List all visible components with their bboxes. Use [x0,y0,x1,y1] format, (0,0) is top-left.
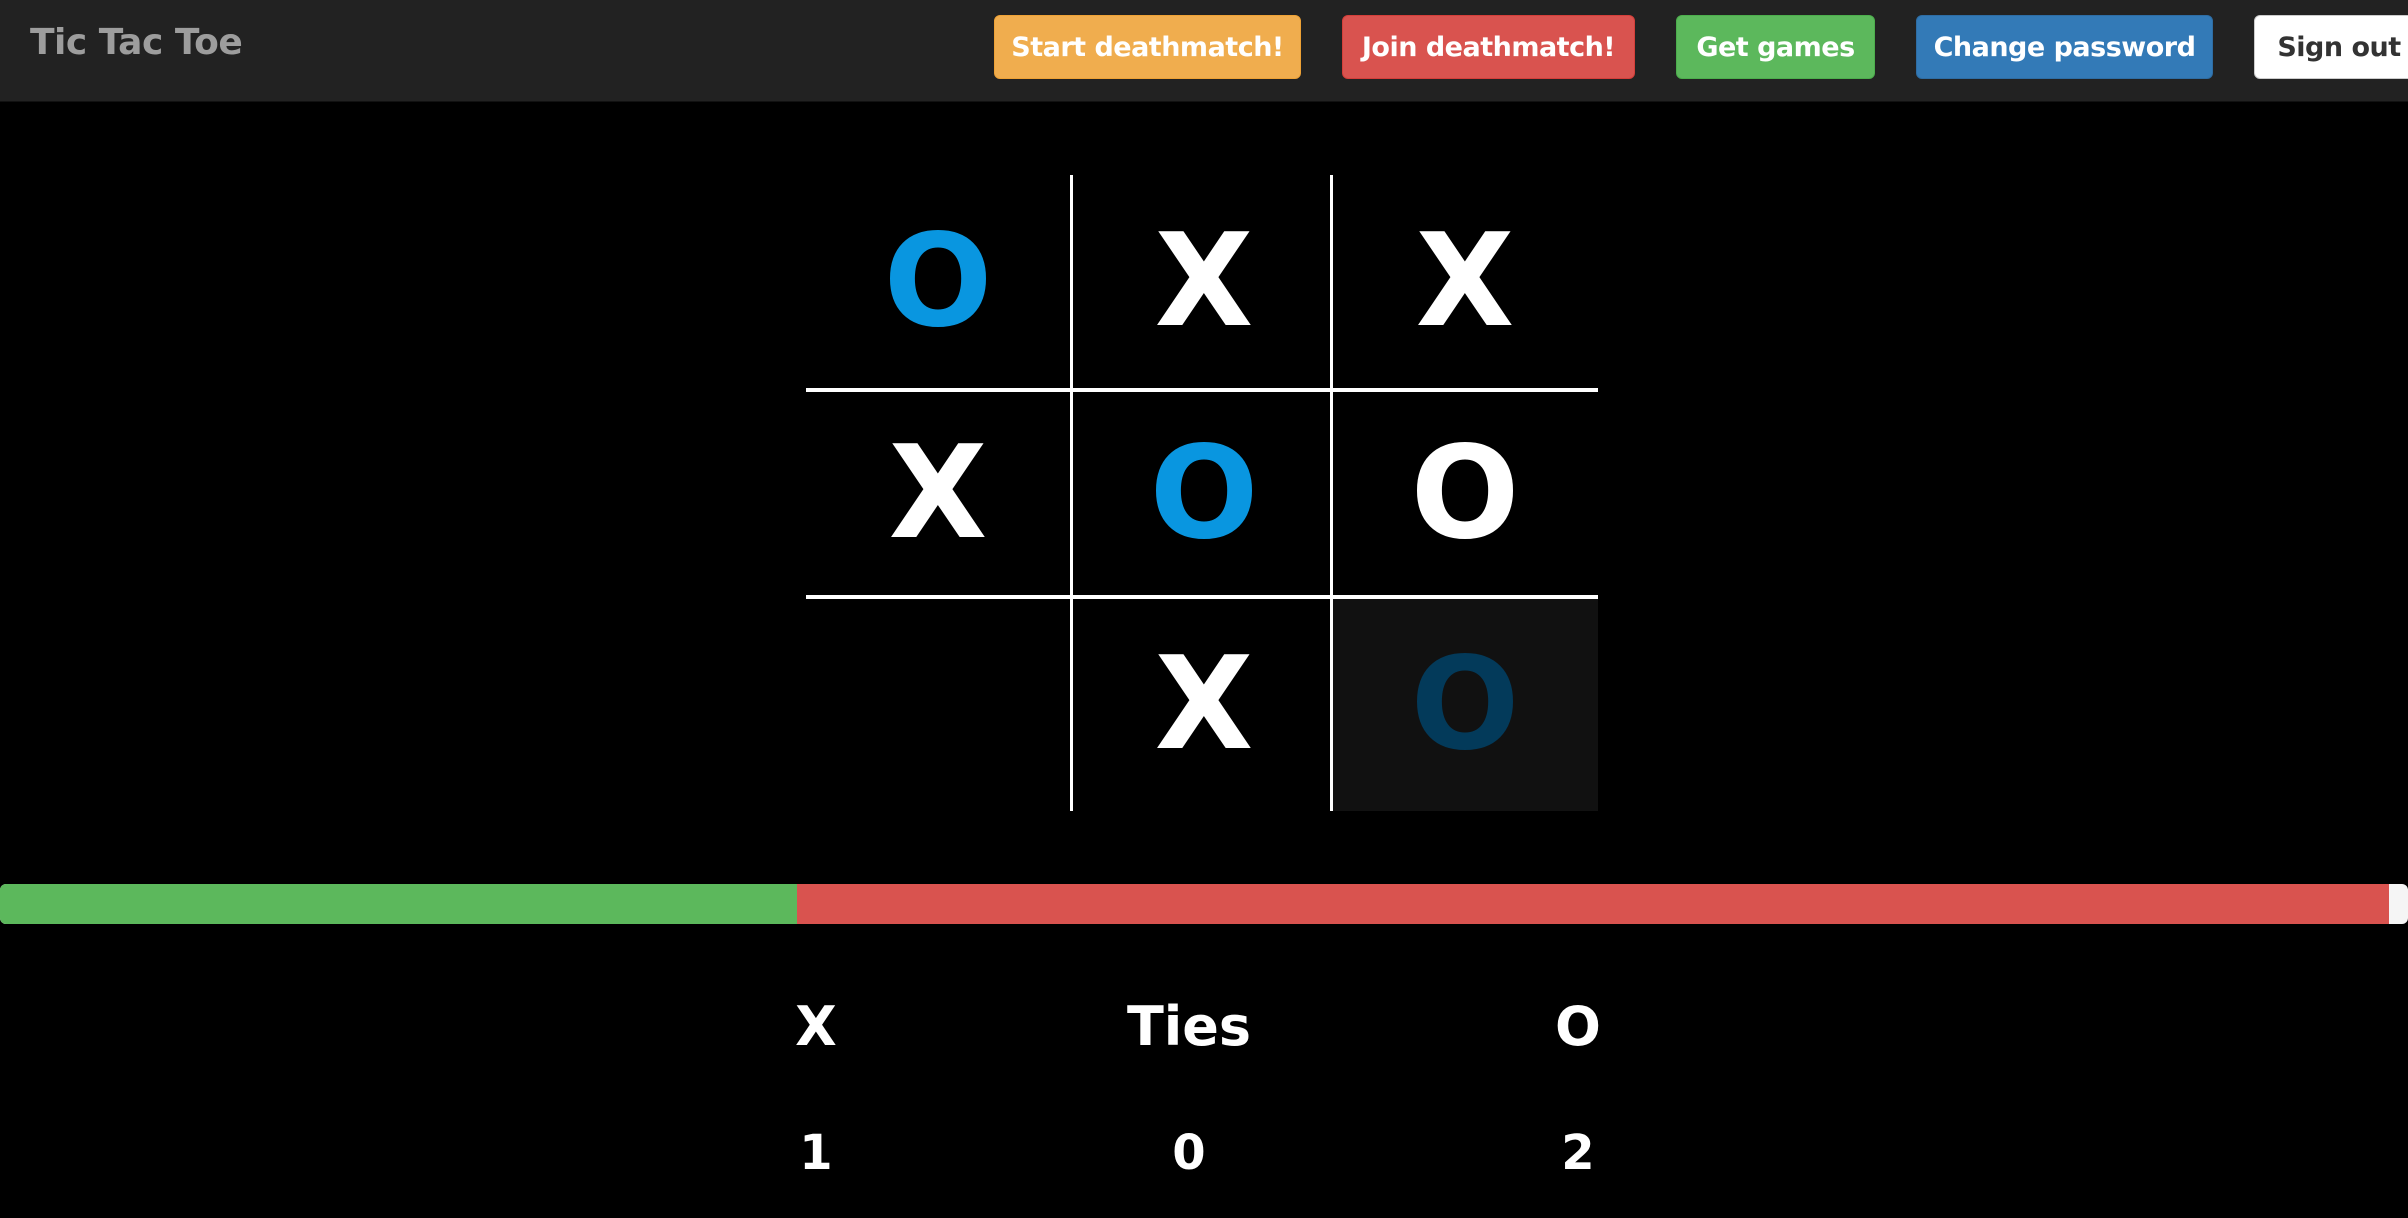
get-games-button[interactable]: Get games [1676,15,1875,79]
grid-line-horizontal [806,388,1598,392]
navbar: Tic Tac Toe Start deathmatch! Join death… [0,0,2408,102]
ties-score-label: Ties [1126,995,1252,1058]
o-score-label: O [1555,995,1601,1058]
ties-score-value: 0 [1172,1125,1206,1181]
board-cell[interactable]: O [1072,391,1336,596]
join-deathmatch-button[interactable]: Join deathmatch! [1342,15,1635,79]
board-cell[interactable]: X [1072,598,1336,811]
change-password-button[interactable]: Change password [1916,15,2213,79]
board-cell[interactable] [806,598,1070,811]
x-score-label: X [795,995,837,1058]
board-cell[interactable]: O [1332,598,1598,811]
game-board: O X X X O O X O [806,175,1598,811]
board-cell[interactable]: X [806,391,1070,596]
grid-line-horizontal [806,595,1598,599]
o-wins-bar [797,884,2389,924]
score-progress-bar [0,884,2408,924]
sign-out-button[interactable]: Sign out [2254,15,2408,79]
board-cell[interactable]: X [1072,175,1336,389]
grid-line-vertical [1070,175,1073,811]
board-cell[interactable]: X [1332,175,1598,389]
x-score-value: 1 [799,1125,833,1181]
app-title[interactable]: Tic Tac Toe [30,22,243,63]
grid-line-vertical [1330,175,1333,811]
o-score-value: 2 [1561,1125,1595,1181]
board-cell[interactable]: O [1332,391,1598,596]
board-cell[interactable]: O [806,175,1070,389]
start-deathmatch-button[interactable]: Start deathmatch! [994,15,1301,79]
x-wins-bar [0,884,798,924]
